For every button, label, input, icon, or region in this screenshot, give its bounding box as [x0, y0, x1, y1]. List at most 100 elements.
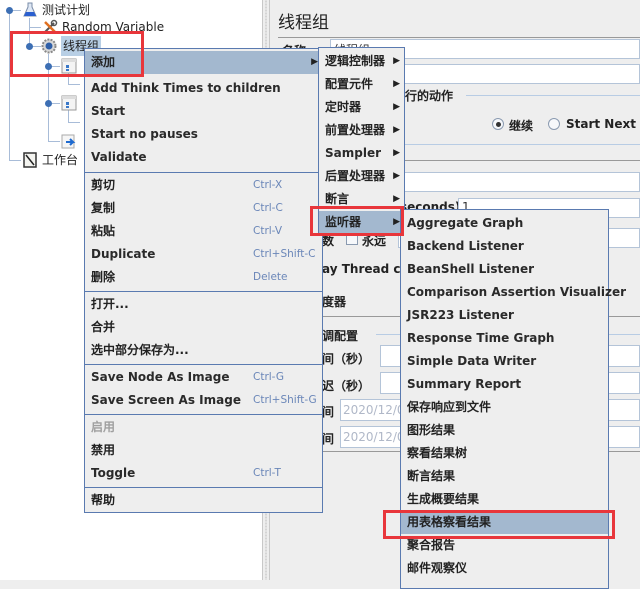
menu-item-timer[interactable]: 定时器 ▶	[319, 96, 404, 119]
menu-item-comparison-assertion-visualizer[interactable]: Comparison Assertion Visualizer	[401, 281, 626, 304]
menu-item-label: 帮助	[91, 493, 116, 507]
menu-item-toggle[interactable]: Toggle Ctrl-T	[85, 462, 322, 485]
menu-item-view-results-in-table[interactable]: 用表格察看结果	[401, 511, 608, 534]
menu-item-label: 配置元件	[325, 77, 374, 91]
menu-item-backend-listener[interactable]: Backend Listener	[401, 235, 608, 258]
menu-item-add-think-times[interactable]: Add Think Times to children	[85, 77, 322, 100]
menu-item-assertion[interactable]: 断言 ▶	[319, 188, 404, 211]
sampler-error-action-label: 行的动作	[405, 89, 454, 103]
script-arrow-icon	[61, 133, 77, 149]
controller-icon	[61, 58, 77, 74]
radio-continue-label[interactable]: 继续	[509, 117, 533, 134]
menu-separator	[85, 291, 322, 292]
menu-item-config-element[interactable]: 配置元件 ▶	[319, 73, 404, 96]
menu-item-generate-summary-results[interactable]: 生成概要结果	[401, 488, 608, 511]
menu-item-sampler[interactable]: Sampler ▶	[319, 142, 404, 165]
menu-item-duplicate[interactable]: Duplicate Ctrl+Shift-C	[85, 243, 322, 266]
menu-item-label: 删除	[91, 270, 116, 284]
loop-count-label: 数	[322, 234, 335, 248]
tree-expand-handle[interactable]	[26, 43, 33, 50]
menu-item-label: 断言结果	[407, 469, 456, 483]
tree-expand-handle[interactable]	[45, 63, 52, 70]
menu-item-save-selection-as[interactable]: 选中部分保存为...	[85, 339, 322, 362]
menu-item-add[interactable]: 添加 ▶	[85, 51, 322, 74]
menu-item-label: 察看结果树	[407, 446, 468, 460]
menu-item-help[interactable]: 帮助	[85, 489, 322, 512]
menu-item-summary-report[interactable]: Summary Report	[401, 373, 608, 396]
menu-item-label: Aggregate Graph	[407, 216, 524, 230]
menu-item-save-screen-as-image[interactable]: Save Screen As Image Ctrl+Shift-G	[85, 389, 322, 412]
menu-item-label: Save Screen As Image	[91, 393, 241, 407]
shortcut-label: Ctrl-C	[253, 202, 283, 214]
menu-item-label: 添加	[91, 55, 116, 69]
menu-item-pre-processor[interactable]: 前置处理器 ▶	[319, 119, 404, 142]
menu-item-save-responses-to-file[interactable]: 保存响应到文件	[401, 396, 608, 419]
menu-item-label: Start	[91, 104, 126, 118]
shortcut-label: Ctrl-G	[253, 371, 284, 383]
menu-item-post-processor[interactable]: 后置处理器 ▶	[319, 165, 404, 188]
end-time-label: 间	[322, 432, 335, 446]
panel-title: 线程组	[278, 13, 329, 33]
menu-item-graph-results[interactable]: 图形结果	[401, 419, 608, 442]
tree-expand-handle[interactable]	[45, 100, 52, 107]
scheduler-config-label: 调配置	[322, 329, 359, 343]
menu-item-start[interactable]: Start	[85, 100, 322, 123]
shortcut-label: Ctrl+Shift-C	[253, 248, 316, 260]
menu-item-aggregate-report[interactable]: 聚合报告	[401, 534, 608, 557]
menu-item-label: 打开...	[91, 297, 129, 311]
menu-item-label: 生成概要结果	[407, 492, 480, 506]
menu-item-validate[interactable]: Validate	[85, 146, 322, 169]
menu-item-logic-controller[interactable]: 逻辑控制器 ▶	[319, 50, 404, 73]
menu-item-label: 逻辑控制器	[325, 54, 386, 68]
menu-item-disable[interactable]: 禁用	[85, 439, 322, 462]
menu-item-paste[interactable]: 粘贴 Ctrl-V	[85, 220, 322, 243]
submenu-arrow-icon: ▶	[393, 217, 400, 227]
radio-continue[interactable]	[492, 118, 504, 130]
menu-item-mailer-visualizer[interactable]: 邮件观察仪	[401, 557, 608, 580]
menu-item-label: 剪切	[91, 178, 116, 192]
menu-item-open[interactable]: 打开...	[85, 293, 322, 316]
menu-item-label: 用表格察看结果	[407, 515, 492, 529]
shortcut-label: Ctrl+Shift-G	[253, 394, 317, 406]
menu-item-label: 图形结果	[407, 423, 456, 437]
context-menu: 添加 ▶ Add Think Times to children Start S…	[84, 48, 323, 513]
radio-start-next-label[interactable]: Start Next Th	[566, 117, 640, 131]
menu-item-view-results-tree[interactable]: 察看结果树	[401, 442, 608, 465]
menu-item-label: BeanShell Listener	[407, 262, 535, 276]
menu-item-aggregate-graph[interactable]: Aggregate Graph	[401, 212, 608, 235]
menu-item-label: 断言	[325, 192, 350, 206]
menu-item-start-no-pauses[interactable]: Start no pauses	[85, 123, 322, 146]
start-time-label: 间	[322, 405, 335, 419]
menu-item-beanshell-listener[interactable]: BeanShell Listener	[401, 258, 608, 281]
menu-item-label: Validate	[91, 150, 147, 164]
menu-item-save-node-as-image[interactable]: Save Node As Image Ctrl-G	[85, 366, 322, 389]
radio-start-next-thread[interactable]	[548, 118, 560, 130]
scheduler-label: 度器	[322, 295, 347, 309]
menu-item-label: Summary Report	[407, 377, 522, 391]
menu-item-copy[interactable]: 复制 Ctrl-C	[85, 197, 322, 220]
start-time-value: 2020/12/0	[343, 403, 405, 417]
menu-item-response-time-graph[interactable]: Response Time Graph	[401, 327, 608, 350]
threads-field[interactable]	[400, 172, 640, 192]
menu-item-label: 复制	[91, 201, 116, 215]
menu-item-cut[interactable]: 剪切 Ctrl-X	[85, 174, 322, 197]
menu-item-jsr223-listener[interactable]: JSR223 Listener	[401, 304, 608, 327]
menu-item-merge[interactable]: 合并	[85, 316, 322, 339]
menu-item-label: Toggle	[91, 466, 136, 480]
tree-connector	[9, 10, 10, 160]
menu-item-label: JSR223 Listener	[407, 308, 514, 322]
duration-label: 间（秒）	[322, 352, 371, 366]
tree-expand-handle[interactable]	[6, 7, 13, 14]
menu-item-label: Start no pauses	[91, 127, 198, 141]
menu-item-delete[interactable]: 删除 Delete	[85, 266, 322, 289]
menu-item-label: 启用	[91, 420, 116, 434]
menu-item-label: 选中部分保存为...	[91, 343, 189, 357]
menu-item-assertion-results[interactable]: 断言结果	[401, 465, 608, 488]
menu-item-listener[interactable]: 监听器 ▶	[319, 211, 404, 234]
shortcut-label: Ctrl-V	[253, 225, 283, 237]
submenu-arrow-icon: ▶	[393, 102, 400, 112]
forever-checkbox[interactable]	[346, 233, 358, 245]
menu-item-label: Save Node As Image	[91, 370, 230, 384]
submenu-arrow-icon: ▶	[393, 125, 400, 135]
menu-item-simple-data-writer[interactable]: Simple Data Writer	[401, 350, 608, 373]
